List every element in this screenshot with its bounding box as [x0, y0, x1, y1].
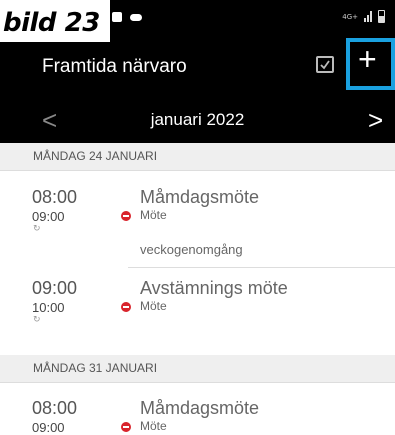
event-item[interactable]: 08:00 09:00 Måmdagsmöte Möte [0, 398, 395, 435]
day-header: MÅNDAG 24 JANUARI [0, 143, 395, 171]
month-label: januari 2022 [150, 110, 245, 129]
day-header-label: MÅNDAG 31 JANUARI [33, 361, 158, 375]
select-checkbox-button[interactable] [316, 56, 334, 73]
sync-icon: ↻ [33, 224, 41, 234]
event-title: Måmdagsmöte [140, 187, 260, 207]
day-header: MÅNDAG 31 JANUARI [0, 355, 395, 383]
month-navigation: < januari 2022 > [0, 98, 395, 143]
event-start-time: 08:00 [32, 187, 78, 207]
event-item[interactable]: 09:00 10:00 ↻ Avstämnings möte Möte [0, 278, 395, 338]
divider [128, 267, 395, 268]
event-end-time: 10:00 [32, 300, 65, 315]
event-end-time: 09:00 [32, 209, 65, 224]
status-dot-icon [121, 211, 131, 221]
event-type: Möte [140, 419, 167, 433]
image-caption: bild 23 [0, 0, 110, 42]
event-type: Möte [140, 299, 167, 313]
signal-icon [364, 11, 372, 22]
next-month-button[interactable]: > [368, 105, 383, 136]
network-type: 4G+ [342, 12, 358, 21]
event-start-time: 09:00 [32, 278, 78, 298]
cloud-icon [130, 13, 142, 21]
battery-icon [378, 10, 385, 23]
sync-icon: ↻ [33, 315, 41, 325]
checkmark-icon [320, 60, 330, 70]
event-title: Måmdagsmöte [140, 398, 260, 418]
event-start-time: 08:00 [32, 398, 78, 418]
page-title: Framtida närvaro [42, 56, 187, 77]
event-item[interactable]: 08:00 09:00 ↻ Måmdagsmöte Möte veckogeno… [0, 187, 395, 267]
event-note: veckogenomgång [140, 242, 243, 257]
day-header-label: MÅNDAG 24 JANUARI [33, 149, 158, 163]
add-button[interactable]: + [346, 38, 395, 90]
status-dot-icon [121, 302, 131, 312]
status-system: 4G+ [342, 10, 385, 23]
status-dot-icon [121, 422, 131, 432]
shopping-bag-icon [112, 12, 122, 22]
caption-text: bild 23 [3, 8, 100, 38]
plus-icon: + [358, 41, 377, 77]
event-title: Avstämnings möte [140, 278, 288, 298]
event-type: Möte [140, 208, 167, 222]
app-bar: Framtida närvaro [0, 38, 395, 98]
